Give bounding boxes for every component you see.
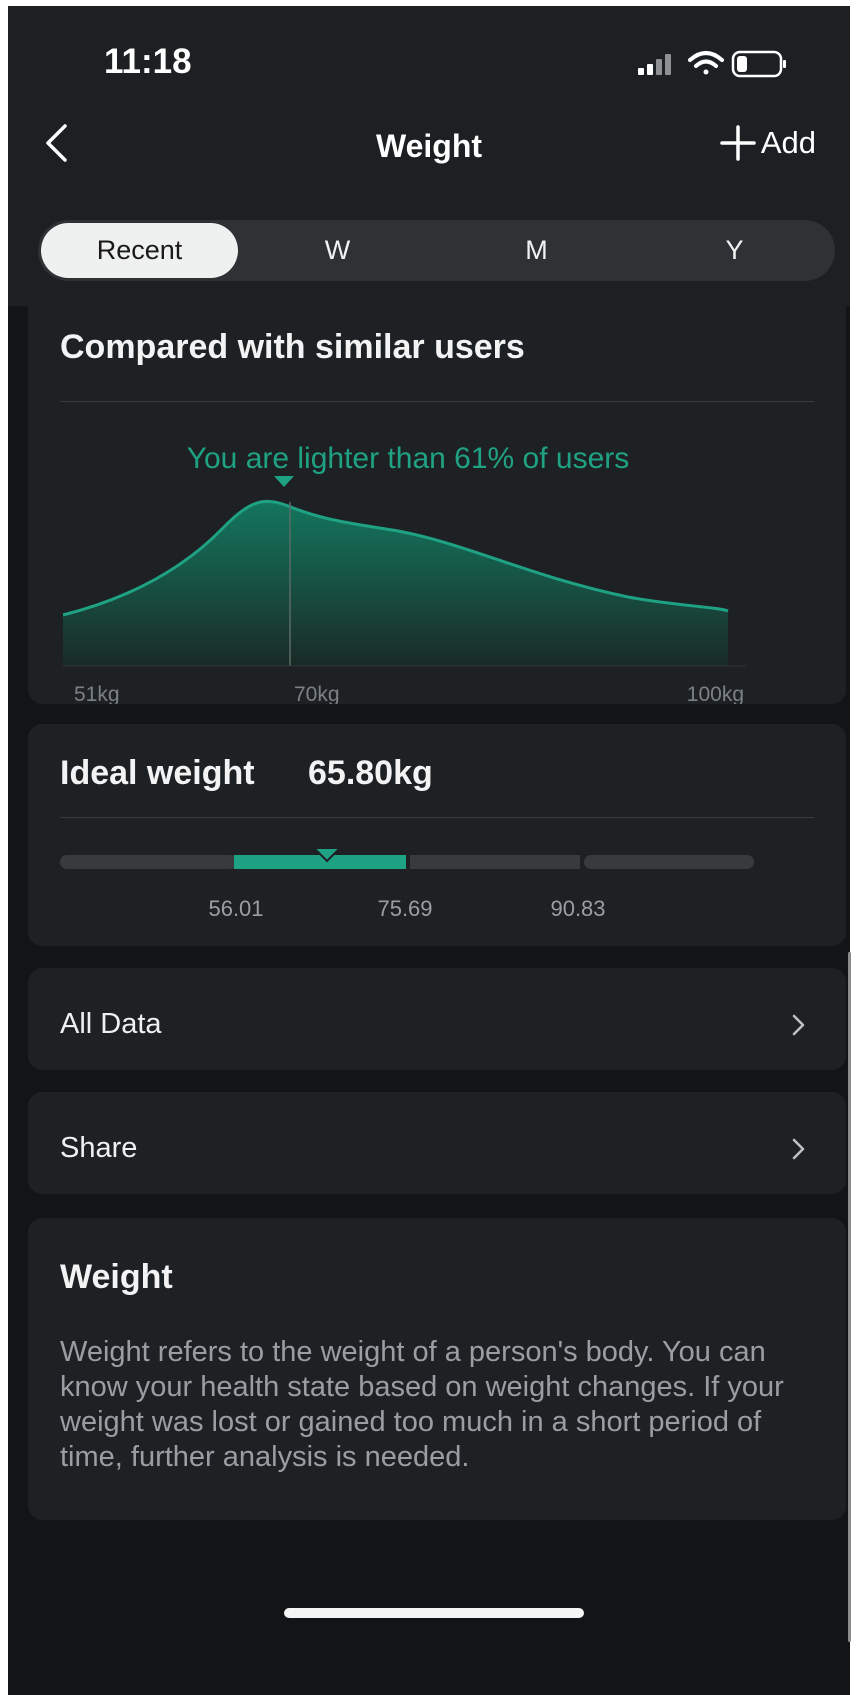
home-indicator[interactable] (284, 1608, 584, 1618)
ideal-weight-scale: 56.01 75.69 90.83 (60, 847, 754, 921)
tab-month[interactable]: M (438, 223, 635, 278)
scale-segment-over (410, 855, 580, 869)
period-tabs: Recent W M Y (38, 220, 835, 281)
position-marker-icon (274, 476, 294, 487)
tab-recent[interactable]: Recent (41, 223, 238, 278)
all-data-label: All Data (60, 1008, 162, 1040)
distribution-chart: You are lighter than 61% of users 51kg 7… (62, 442, 746, 704)
tab-year[interactable]: Y (636, 223, 833, 278)
share-row[interactable]: Share (28, 1092, 846, 1194)
axis-label-min: 51kg (74, 683, 120, 704)
ideal-weight-card: Ideal weight 65.80kg 56.01 75.69 90.83 (28, 724, 846, 946)
comparison-card: Compared with similar users You are ligh… (28, 306, 846, 704)
app-header: 11:18 Weight Add Recent W M Y (8, 6, 850, 306)
chevron-right-icon (792, 1138, 805, 1160)
threshold-3: 90.83 (550, 896, 605, 921)
tab-week[interactable]: W (239, 223, 436, 278)
scrollbar[interactable] (848, 952, 851, 1642)
chevron-right-icon (792, 1014, 805, 1036)
scale-segment-obese (584, 855, 754, 869)
weight-info-card: Weight Weight refers to the weight of a … (28, 1218, 846, 1520)
axis-label-max: 100kg (687, 683, 744, 704)
battery-icon (731, 50, 786, 78)
plus-icon (720, 125, 756, 161)
all-data-row[interactable]: All Data (28, 968, 846, 1070)
status-time: 11:18 (104, 42, 192, 81)
status-icons (630, 46, 800, 85)
axis-label-mid: 70kg (294, 683, 340, 704)
scale-segment-under (60, 855, 238, 869)
status-icons-svg (638, 50, 786, 78)
wifi-icon (688, 51, 724, 75)
share-label: Share (60, 1132, 138, 1164)
threshold-1: 56.01 (208, 896, 263, 921)
cellular-signal-icon (638, 54, 671, 75)
info-title: Weight (60, 1258, 173, 1296)
distribution-area (63, 501, 728, 666)
add-button[interactable]: Add (719, 124, 816, 162)
scale-segment-ideal (234, 855, 406, 869)
comparison-message: You are lighter than 61% of users (187, 442, 630, 475)
info-description: Weight refers to the weight of a person'… (60, 1336, 784, 1473)
phone-screen: 11:18 Weight Add Recent W M Y Compared w… (8, 6, 850, 1695)
add-label: Add (760, 125, 816, 160)
threshold-2: 75.69 (377, 896, 432, 921)
